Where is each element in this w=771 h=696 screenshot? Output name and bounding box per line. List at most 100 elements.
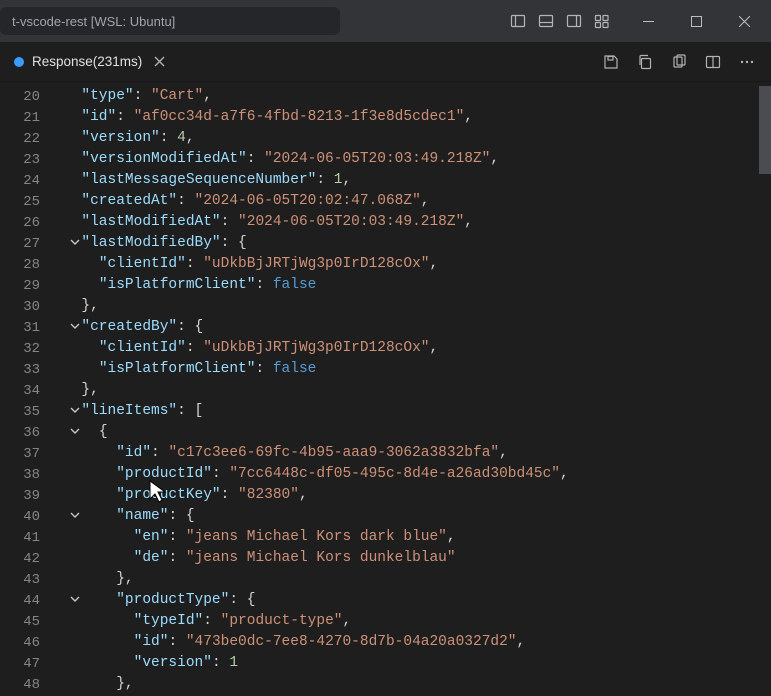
layout-panel-bottom-icon[interactable] <box>533 8 559 34</box>
code-line[interactable]: }, <box>64 380 771 401</box>
code-line[interactable]: "createdAt": "2024-06-05T20:02:47.068Z", <box>64 191 771 212</box>
layout-sidebar-right-icon[interactable] <box>561 8 587 34</box>
indent <box>64 569 116 590</box>
copy-icon[interactable] <box>665 48 693 76</box>
code-line[interactable]: "typeId": "product-type", <box>64 611 771 632</box>
token-pun: , <box>464 107 473 128</box>
save-icon[interactable] <box>597 48 625 76</box>
code-line[interactable]: "id": "c17c3ee6-69fc-4b95-aaa9-3062a3832… <box>64 443 771 464</box>
split-editor-icon[interactable] <box>699 48 727 76</box>
token-pun: : <box>316 170 333 191</box>
token-key: "de" <box>134 548 169 569</box>
code-line[interactable]: "lineItems": [ <box>64 401 771 422</box>
code-line[interactable]: "lastModifiedBy": { <box>64 233 771 254</box>
code-line[interactable]: }, <box>64 569 771 590</box>
gutter-line: 34 <box>0 380 64 401</box>
token-pun: , <box>342 170 351 191</box>
scrollbar-thumb[interactable] <box>759 86 771 174</box>
title-text: t-vscode-rest [WSL: Ubuntu] <box>12 14 175 29</box>
gutter-line: 27 <box>0 233 64 254</box>
fold-chevron-icon[interactable] <box>68 508 82 522</box>
token-pun: , <box>464 212 473 233</box>
fold-chevron-icon[interactable] <box>68 403 82 417</box>
code-line[interactable]: "lastModifiedAt": "2024-06-05T20:03:49.2… <box>64 212 771 233</box>
gutter-line: 45 <box>0 611 64 632</box>
editor[interactable]: 2021222324252627282930313233343536373839… <box>0 82 771 696</box>
code-line[interactable]: "clientId": "uDkbBjJRTjWg3p0IrD128cOx", <box>64 254 771 275</box>
line-number: 46 <box>23 635 60 651</box>
gutter-line: 38 <box>0 464 64 485</box>
token-num: 1 <box>334 170 343 191</box>
line-number: 44 <box>23 593 60 609</box>
code-line[interactable]: "isPlatformClient": false <box>64 275 771 296</box>
fold-chevron-icon[interactable] <box>68 235 82 249</box>
code-line[interactable]: "createdBy": { <box>64 317 771 338</box>
code-line[interactable]: { <box>64 422 771 443</box>
code-line[interactable]: "productType": { <box>64 590 771 611</box>
indent <box>64 254 99 275</box>
code-line[interactable]: "clientId": "uDkbBjJRTjWg3p0IrD128cOx", <box>64 338 771 359</box>
tab-response[interactable]: Response(231ms) <box>0 42 178 81</box>
token-pun: : <box>168 548 185 569</box>
line-number: 28 <box>23 257 60 273</box>
indent <box>64 170 81 191</box>
code-line[interactable]: "lastMessageSequenceNumber": 1, <box>64 170 771 191</box>
maximize-button[interactable] <box>673 1 719 41</box>
token-pun: }, <box>81 380 98 401</box>
token-key: "productId" <box>116 464 212 485</box>
gutter-line: 33 <box>0 359 64 380</box>
token-pun: : <box>255 275 272 296</box>
code-line[interactable]: "version": 1 <box>64 653 771 674</box>
more-actions-icon[interactable] <box>733 48 761 76</box>
token-pun: : <box>247 149 264 170</box>
code-line[interactable]: "productId": "7cc6448c-df05-495c-8d4e-a2… <box>64 464 771 485</box>
tab-close-icon[interactable] <box>150 53 168 71</box>
code-line[interactable]: "version": 4, <box>64 128 771 149</box>
code-line[interactable]: "isPlatformClient": false <box>64 359 771 380</box>
line-gutter: 2021222324252627282930313233343536373839… <box>0 82 64 696</box>
fold-chevron-icon[interactable] <box>68 319 82 333</box>
gutter-line: 46 <box>0 632 64 653</box>
code-line[interactable]: "type": "Cart", <box>64 86 771 107</box>
layout-sidebar-left-icon[interactable] <box>505 8 531 34</box>
code-line[interactable]: "versionModifiedAt": "2024-06-05T20:03:4… <box>64 149 771 170</box>
code-line[interactable]: "de": "jeans Michael Kors dunkelblau" <box>64 548 771 569</box>
indent <box>64 191 81 212</box>
indent <box>64 296 81 317</box>
gutter-line: 26 <box>0 212 64 233</box>
token-str: "473be0dc-7ee8-4270-8d7b-04a20a0327d2" <box>186 632 517 653</box>
fold-chevron-icon[interactable] <box>68 592 82 606</box>
editor-actions <box>597 42 771 81</box>
code-line[interactable]: }, <box>64 674 771 695</box>
line-number: 45 <box>23 614 60 630</box>
line-number: 32 <box>23 341 60 357</box>
code-line[interactable]: "id": "af0cc34d-a7f6-4fbd-8213-1f3e8d5cd… <box>64 107 771 128</box>
token-pun: : <box>221 485 238 506</box>
token-str: "2024-06-05T20:03:49.218Z" <box>238 212 464 233</box>
code-line[interactable]: "id": "473be0dc-7ee8-4270-8d7b-04a20a032… <box>64 632 771 653</box>
token-key: "createdAt" <box>81 191 177 212</box>
vertical-scrollbar[interactable] <box>759 82 771 696</box>
copy-all-icon[interactable] <box>631 48 659 76</box>
code-line[interactable]: }, <box>64 296 771 317</box>
layout-customize-icon[interactable] <box>589 8 615 34</box>
token-str: "Cart" <box>151 86 203 107</box>
token-pun: , <box>560 464 569 485</box>
title-search-box[interactable]: t-vscode-rest [WSL: Ubuntu] <box>0 7 340 35</box>
gutter-line: 48 <box>0 674 64 695</box>
minimize-button[interactable] <box>625 1 671 41</box>
fold-chevron-icon[interactable] <box>68 424 82 438</box>
window-controls <box>505 1 767 41</box>
close-button[interactable] <box>721 1 767 41</box>
gutter-line: 30 <box>0 296 64 317</box>
code-line[interactable]: "en": "jeans Michael Kors dark blue", <box>64 527 771 548</box>
token-pun: }, <box>116 674 133 695</box>
token-pun: , <box>299 485 308 506</box>
gutter-line: 21 <box>0 107 64 128</box>
code-line[interactable]: "productKey": "82380", <box>64 485 771 506</box>
editor-tabs: Response(231ms) <box>0 42 771 82</box>
code-line[interactable]: "name": { <box>64 506 771 527</box>
token-pun: , <box>517 632 526 653</box>
indent <box>64 653 134 674</box>
code-content[interactable]: "type": "Cart", "id": "af0cc34d-a7f6-4fb… <box>64 82 771 696</box>
